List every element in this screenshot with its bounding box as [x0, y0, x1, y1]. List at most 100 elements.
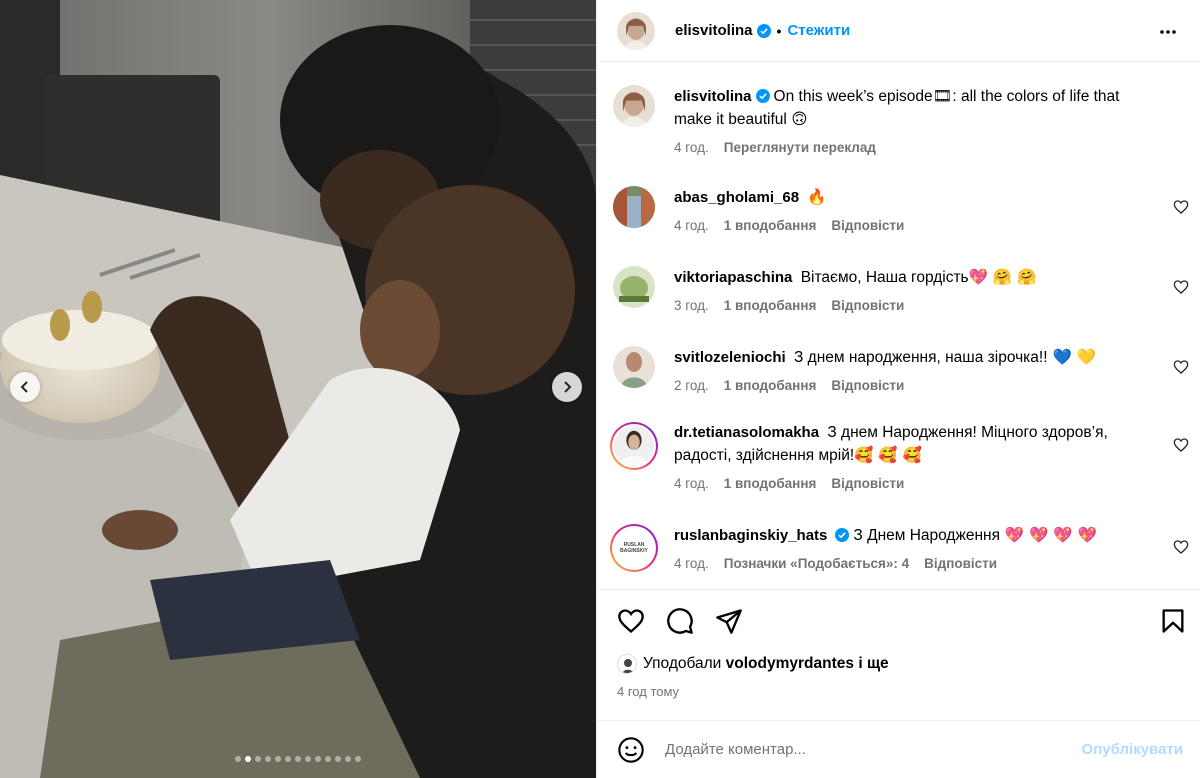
publish-button[interactable]: Опублікувати — [1082, 741, 1183, 758]
comments-list[interactable]: elisvitolina On this week’s episode🎞: all… — [597, 63, 1200, 589]
commenter-avatar: RUSLAN BAGINSKIY — [614, 528, 654, 568]
verified-badge-icon — [756, 23, 771, 38]
reply-button[interactable]: Відповісти — [831, 378, 904, 393]
comment-emoji: 🥰 🥰 🥰 — [854, 446, 922, 464]
comment-like-icon[interactable] — [1173, 199, 1189, 215]
carousel-dot — [315, 756, 321, 762]
comment-username[interactable]: abas_gholami_68 — [674, 189, 799, 206]
comment-item: svitlozeleniochi З днем народження, наша… — [613, 346, 1200, 393]
verified-badge-icon — [755, 89, 770, 103]
comment-likes[interactable]: 1 вподобання — [724, 218, 817, 233]
heart-icon[interactable] — [617, 607, 645, 635]
commenter-story-ring[interactable]: RUSLAN BAGINSKIY — [610, 524, 658, 572]
carousel-dot — [345, 756, 351, 762]
chevron-left-icon — [20, 381, 28, 393]
commenter-avatar[interactable] — [613, 186, 655, 228]
see-translation-link[interactable]: Переглянути переклад — [724, 140, 876, 155]
carousel-dot — [295, 756, 301, 762]
carousel-dot — [335, 756, 341, 762]
carousel-dot — [325, 756, 331, 762]
post-header: elisvitolina • Стежити — [597, 0, 1200, 62]
comment-likes[interactable]: 1 вподобання — [724, 378, 817, 393]
chevron-right-icon — [564, 381, 572, 393]
follow-button[interactable]: Стежити — [787, 22, 850, 39]
comment-like-icon[interactable] — [1173, 539, 1189, 555]
carousel-dot — [285, 756, 291, 762]
header-separator: • — [776, 22, 782, 39]
commenter-avatar[interactable] — [613, 346, 655, 388]
commenter-avatar[interactable] — [613, 266, 655, 308]
comment-time: 4 год. — [674, 218, 709, 233]
comment-emoji: 💖 🤗 🤗 — [968, 268, 1037, 286]
comment-like-icon[interactable] — [1173, 279, 1189, 295]
carousel-dot — [235, 756, 241, 762]
carousel-dot — [255, 756, 261, 762]
post-photo — [0, 0, 596, 778]
comment-emoji: 💖 💖 💖 💖 — [999, 526, 1097, 544]
comment-username[interactable]: ruslanbaginskiy_hats — [674, 527, 827, 544]
carousel-dot — [355, 756, 361, 762]
carousel-dot — [305, 756, 311, 762]
post-media — [0, 0, 596, 778]
comment-item: abas_gholami_68 🔥 4 год. 1 вподобання Ві… — [613, 186, 1200, 233]
reply-button[interactable]: Відповісти — [924, 556, 997, 571]
post-time: 4 год тому — [617, 684, 680, 699]
comment-time: 4 год. — [674, 476, 709, 491]
comment-username[interactable]: viktoriapaschina — [674, 269, 792, 286]
author-username[interactable]: elisvitolina — [675, 22, 753, 39]
carousel-indicator — [0, 756, 596, 762]
carousel-dot — [265, 756, 271, 762]
caption-username[interactable]: elisvitolina — [674, 88, 752, 105]
carousel-dot — [245, 756, 251, 762]
caption-time: 4 год. — [674, 140, 709, 155]
comment-likes[interactable]: 1 вподобання — [724, 298, 817, 313]
upside-down-emoji: 🙃 — [791, 110, 808, 128]
author-avatar[interactable] — [617, 11, 655, 50]
reply-button[interactable]: Відповісти — [831, 218, 904, 233]
comment-text: Вітаємо, Наша гордість — [800, 269, 969, 286]
liker-username[interactable]: volodymyrdantes — [726, 655, 854, 673]
reply-button[interactable]: Відповісти — [831, 298, 904, 313]
avatar-logo-text: RUSLAN BAGINSKIY — [620, 542, 648, 554]
comment-emoji: 💙 💛 — [1047, 348, 1096, 366]
comment-item: viktoriapaschina Вітаємо, Наша гордість💖… — [613, 266, 1200, 313]
send-icon[interactable] — [715, 607, 743, 635]
comment-username[interactable]: svitlozeleniochi — [674, 349, 786, 366]
post-actions-bar — [597, 589, 1200, 649]
caption-text: On this week’s episode — [773, 88, 933, 105]
comment-item: dr.tetianasolomakha З днем Народження! М… — [610, 422, 1200, 491]
carousel-dot — [275, 756, 281, 762]
comment-input[interactable] — [665, 741, 1045, 758]
comment-likes[interactable]: 1 вподобання — [724, 476, 817, 491]
comment-icon[interactable] — [666, 607, 694, 635]
bookmark-icon[interactable] — [1159, 607, 1187, 635]
likes-more[interactable]: і ще — [858, 655, 888, 673]
comment-username[interactable]: dr.tetianasolomakha — [674, 424, 819, 441]
liker-avatar[interactable] — [617, 654, 637, 674]
verified-badge-icon — [835, 528, 850, 542]
emoji-icon[interactable] — [617, 736, 645, 764]
comment-item: RUSLAN BAGINSKIY ruslanbaginskiy_hats З Д… — [610, 524, 1200, 572]
likes-prefix: Уподобали — [643, 655, 722, 672]
comment-like-icon[interactable] — [1173, 437, 1189, 453]
film-emoji: 🎞 — [932, 87, 953, 105]
comment-like-icon[interactable] — [1173, 359, 1189, 375]
post-details-panel: elisvitolina • Стежити elisvitolina On th… — [596, 0, 1200, 778]
add-comment-bar: Опублікувати — [597, 720, 1200, 778]
comment-time: 3 год. — [674, 298, 709, 313]
comment-likes[interactable]: Позначки «Подобається»: 4 — [724, 556, 909, 571]
comment-emoji: 🔥 — [807, 188, 827, 206]
likes-summary: Уподобали volodymyrdantes і ще — [617, 654, 889, 674]
commenter-avatar — [614, 426, 654, 466]
commenter-story-ring[interactable] — [610, 422, 658, 470]
post-modal: elisvitolina • Стежити elisvitolina On th… — [0, 0, 1200, 778]
comment-time: 4 год. — [674, 556, 709, 571]
more-horizontal-icon[interactable] — [1158, 22, 1178, 42]
caption-author-avatar[interactable] — [613, 85, 655, 127]
comment-text: З Днем Народження — [853, 527, 1000, 544]
carousel-prev-button[interactable] — [10, 372, 40, 402]
reply-button[interactable]: Відповісти — [831, 476, 904, 491]
comment-time: 2 год. — [674, 378, 709, 393]
carousel-next-button[interactable] — [552, 372, 582, 402]
comment-text: З днем народження, наша зірочка!! — [794, 349, 1048, 366]
